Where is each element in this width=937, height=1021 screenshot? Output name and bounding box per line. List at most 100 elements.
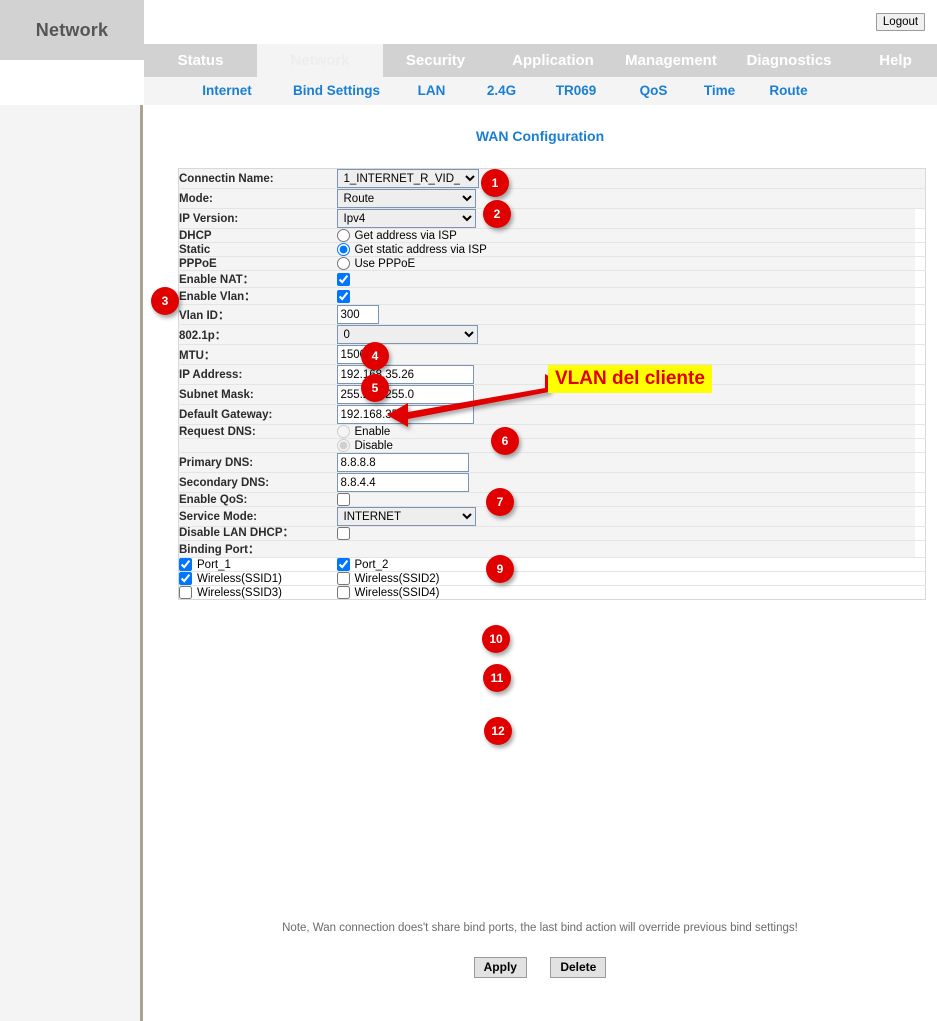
nav-tab-help[interactable]: Help <box>854 44 937 77</box>
secondary-dns-input[interactable] <box>337 473 469 492</box>
connection-name-select[interactable]: 1_INTERNET_R_VID_3 <box>337 169 479 188</box>
cell-mode: Route <box>337 189 926 209</box>
row-enable-nat: Enable NAT： <box>179 271 926 288</box>
cell-request-dns-enable: Enable <box>337 425 915 439</box>
bind-port-2-checkbox[interactable] <box>337 558 350 571</box>
mode-select[interactable]: Route <box>337 189 476 208</box>
default-gateway-input[interactable] <box>337 405 474 424</box>
delete-button[interactable]: Delete <box>550 957 606 978</box>
cell-8021p: 0 <box>337 325 915 345</box>
table-row: Port_1 Port_2 <box>179 558 926 572</box>
row-pppoe: PPPoE Use PPPoE <box>179 257 926 271</box>
step-badge-11: 11 <box>483 664 511 692</box>
step-badge-2: 2 <box>483 200 511 228</box>
row-enable-qos: Enable QoS: <box>179 493 926 507</box>
label-enable-qos: Enable QoS: <box>179 493 337 507</box>
enable-nat-checkbox[interactable] <box>337 273 350 286</box>
label-primary-dns: Primary DNS: <box>179 453 337 473</box>
nav-tab-status[interactable]: Status <box>144 44 257 77</box>
spacer-ip-version <box>915 209 926 229</box>
label-ip-address: IP Address: <box>179 365 337 385</box>
nav-tab-network[interactable]: Network <box>257 44 383 77</box>
vlan-callout-label: VLAN del cliente <box>548 365 712 393</box>
spacer-service-mode <box>915 507 926 527</box>
spacer-enable-qos <box>915 493 926 507</box>
cell-connection-name: 1_INTERNET_R_VID_3 <box>337 169 926 189</box>
subnav-item-route[interactable]: Route <box>741 77 836 105</box>
nav-tab-diagnostics[interactable]: Diagnostics <box>724 44 854 77</box>
row-enable-vlan: Enable Vlan： <box>179 288 926 305</box>
dhcp-option-label: Get address via ISP <box>355 230 457 242</box>
enable-qos-checkbox[interactable] <box>337 493 350 506</box>
row-vlan-id: Vlan ID： <box>179 305 926 325</box>
request-dns-disable-label: Disable <box>355 440 393 452</box>
bind-ssid4-checkbox[interactable] <box>337 586 350 599</box>
logout-button[interactable]: Logout <box>876 13 925 31</box>
label-pppoe: PPPoE <box>179 257 337 271</box>
bind-ssid1-checkbox[interactable] <box>179 572 192 585</box>
cell-bind-port-1: Port_1 <box>179 558 337 572</box>
brand-tab-network[interactable]: Network <box>0 0 144 60</box>
sidebar <box>0 105 140 1021</box>
cell-enable-vlan <box>337 288 915 305</box>
cell-primary-dns <box>337 453 915 473</box>
ip-address-input[interactable] <box>337 365 474 384</box>
pppoe-radio[interactable] <box>337 257 350 270</box>
nav-tab-management[interactable]: Management <box>618 44 724 77</box>
cell-bind-ssid3: Wireless(SSID3) <box>179 586 337 600</box>
row-request-dns-enable: Request DNS: Enable <box>179 425 926 439</box>
cell-pppoe: Use PPPoE <box>337 257 915 271</box>
subnet-mask-input[interactable] <box>337 385 474 404</box>
nav-tab-application[interactable]: Application <box>488 44 618 77</box>
spacer-pppoe <box>915 257 926 271</box>
spacer-mtu <box>915 345 926 365</box>
spacer-request-dns-enable <box>915 425 926 439</box>
label-enable-nat: Enable NAT： <box>179 271 337 288</box>
bind-ssid2-label: Wireless(SSID2) <box>355 573 440 585</box>
spacer-disable-lan-dhcp <box>915 527 926 541</box>
label-connection-name: Connectin Name: <box>179 169 337 189</box>
row-primary-dns: Primary DNS: <box>179 453 926 473</box>
spacer-dhcp <box>915 229 926 243</box>
primary-dns-input[interactable] <box>337 453 469 472</box>
disable-lan-dhcp-checkbox[interactable] <box>337 527 350 540</box>
label-service-mode: Service Mode: <box>179 507 337 527</box>
bind-ssid2-checkbox[interactable] <box>337 572 350 585</box>
row-static: Static Get static address via ISP <box>179 243 926 257</box>
static-radio[interactable] <box>337 243 350 256</box>
cell-disable-lan-dhcp <box>337 527 915 541</box>
service-mode-select[interactable]: INTERNET <box>337 507 476 526</box>
cell-enable-nat <box>337 271 915 288</box>
cell-binding-port-blank <box>337 541 915 558</box>
page-title: WAN Configuration <box>143 128 937 144</box>
cell-request-dns-disable: Disable <box>337 439 915 453</box>
pppoe-option-label: Use PPPoE <box>355 258 416 270</box>
dhcp-radio[interactable] <box>337 229 350 242</box>
label-enable-vlan: Enable Vlan： <box>179 288 337 305</box>
spacer-binding-port <box>915 541 926 558</box>
vlan-id-input[interactable] <box>337 305 379 324</box>
cell-default-gateway <box>337 405 915 425</box>
bind-ssid3-checkbox[interactable] <box>179 586 192 599</box>
bind-note: Note, Wan connection does't share bind p… <box>143 922 937 934</box>
static-option-label: Get static address via ISP <box>355 244 487 256</box>
bind-port-1-checkbox[interactable] <box>179 558 192 571</box>
request-dns-disable-radio[interactable] <box>337 439 350 452</box>
ip-version-select[interactable]: Ipv4 <box>337 209 476 228</box>
spacer-static <box>915 243 926 257</box>
8021p-select[interactable]: 0 <box>337 325 478 344</box>
apply-button[interactable]: Apply <box>474 957 527 978</box>
cell-mtu <box>337 345 915 365</box>
enable-vlan-checkbox[interactable] <box>337 290 350 303</box>
cell-bind-ssid1: Wireless(SSID1) <box>179 572 337 586</box>
nav-tab-security[interactable]: Security <box>383 44 488 77</box>
request-dns-enable-radio[interactable] <box>337 425 350 438</box>
spacer-enable-vlan <box>915 288 926 305</box>
spacer-secondary-dns <box>915 473 926 493</box>
spacer-default-gateway <box>915 405 926 425</box>
label-request-dns: Request DNS: <box>179 425 337 439</box>
cell-vlan-id <box>337 305 915 325</box>
label-subnet-mask: Subnet Mask: <box>179 385 337 405</box>
step-badge-7: 7 <box>486 488 514 516</box>
row-secondary-dns: Secondary DNS: <box>179 473 926 493</box>
